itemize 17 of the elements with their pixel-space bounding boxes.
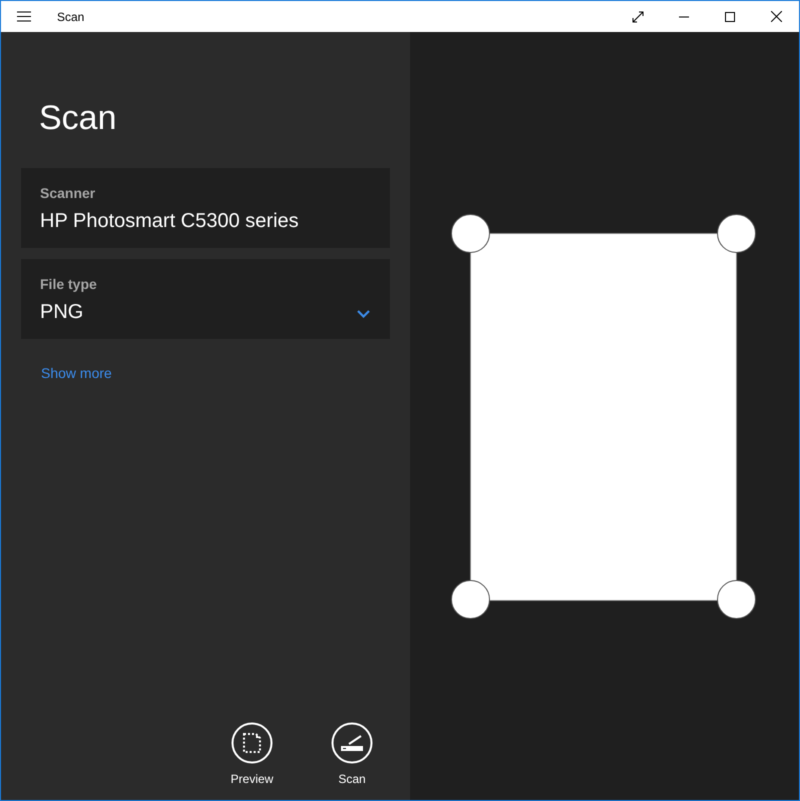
scan-button[interactable]: Scan: [322, 722, 382, 788]
field-value: PNG: [40, 300, 84, 325]
show-more-link[interactable]: Show more: [41, 363, 112, 384]
preview-button[interactable]: Preview: [222, 722, 282, 788]
window-title: Scan: [57, 8, 84, 26]
dropdown-field[interactable]: File type PNG: [21, 259, 390, 339]
crop-handle[interactable]: [451, 214, 490, 253]
crop-handle[interactable]: [717, 214, 756, 253]
field-label: File type: [40, 275, 98, 294]
field-value: HP Photosmart C5300 series: [40, 209, 299, 234]
crop-handle[interactable]: [717, 580, 756, 619]
crop-handle[interactable]: [451, 580, 490, 619]
document-icon: [231, 722, 273, 764]
page-heading: Scan: [39, 98, 118, 138]
scanner-icon: [331, 722, 373, 764]
chevron-down-icon: [357, 310, 370, 318]
field-label: Scanner: [40, 184, 96, 203]
